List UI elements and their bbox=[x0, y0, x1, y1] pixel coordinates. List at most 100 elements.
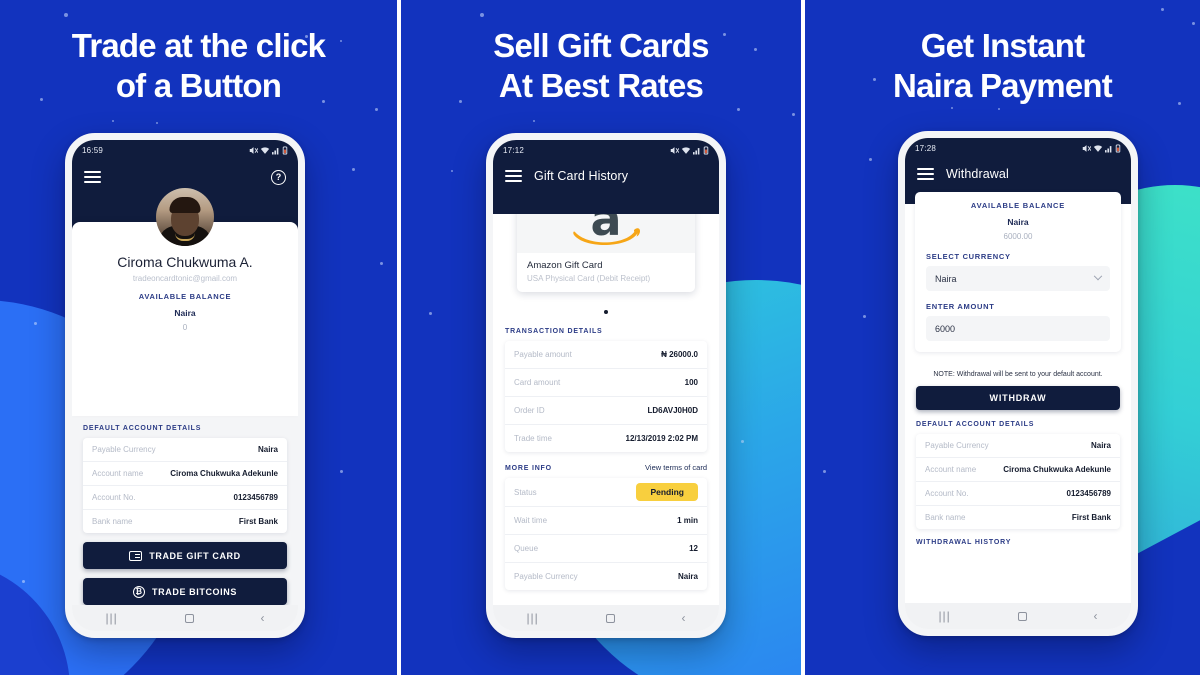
android-nav-bar: ||| ‹ bbox=[493, 605, 719, 631]
table-row: Wait time 1 min bbox=[505, 507, 707, 535]
withdraw-button[interactable]: WITHDRAW bbox=[916, 386, 1120, 410]
row-value: 0123456789 bbox=[1066, 489, 1112, 498]
menu-icon[interactable] bbox=[917, 168, 934, 180]
menu-icon[interactable] bbox=[505, 170, 522, 182]
app-bar-2: Gift Card History bbox=[493, 160, 719, 192]
back-icon[interactable]: ‹ bbox=[261, 612, 265, 624]
recents-icon[interactable]: ||| bbox=[105, 612, 117, 624]
row-value: Naira bbox=[677, 572, 698, 581]
battery-icon bbox=[1115, 143, 1121, 153]
panel-headline: Sell Gift Cards At Best Rates bbox=[401, 26, 801, 107]
view-terms-link[interactable]: View terms of card bbox=[645, 463, 707, 472]
wifi-icon bbox=[681, 146, 691, 154]
table-row: Account No. 0123456789 bbox=[916, 482, 1120, 506]
row-value: ₦ 26000.0 bbox=[661, 350, 698, 359]
row-value: Ciroma Chukwuka Adekunle bbox=[1003, 465, 1111, 474]
panel-get-instant-naira-payment: Get Instant Naira Payment 17:28 Withdraw… bbox=[805, 0, 1200, 675]
row-key: Account name bbox=[92, 469, 144, 478]
balance-amount: 6000.00 bbox=[1003, 232, 1033, 241]
recents-icon[interactable]: ||| bbox=[526, 612, 538, 624]
amount-input[interactable]: 6000 bbox=[926, 316, 1110, 341]
table-row: Payable Currency Naira bbox=[83, 438, 287, 462]
row-key: Account name bbox=[925, 465, 977, 474]
signal-icon bbox=[272, 147, 279, 154]
app-bar-3: Withdrawal bbox=[905, 158, 1131, 190]
row-key: Payable Currency bbox=[925, 441, 989, 450]
help-icon[interactable]: ? bbox=[271, 169, 286, 185]
status-bar: 17:28 bbox=[905, 138, 1131, 158]
panel-sell-gift-cards: Sell Gift Cards At Best Rates 17:12 Gift… bbox=[401, 0, 801, 675]
back-icon[interactable]: ‹ bbox=[1094, 610, 1098, 622]
row-value: Naira bbox=[1090, 441, 1111, 450]
transaction-details-card: Payable amount ₦ 26000.0 Card amount 100… bbox=[505, 341, 707, 452]
row-key: Account No. bbox=[925, 489, 969, 498]
row-key: Payable Currency bbox=[514, 572, 578, 581]
status-icons bbox=[1082, 143, 1121, 153]
bitcoin-icon: ₿ bbox=[133, 585, 146, 598]
status-time: 16:59 bbox=[82, 145, 104, 155]
headline-line-1: Sell Gift Cards bbox=[493, 27, 709, 64]
table-row: Account name Ciroma Chukwuka Adekunle bbox=[83, 462, 287, 486]
battery-icon bbox=[282, 145, 288, 155]
trade-bitcoins-button[interactable]: ₿ TRADE BITCOINS bbox=[83, 578, 287, 605]
headline-line-2: of a Button bbox=[115, 67, 282, 105]
amount-input-value: 6000 bbox=[935, 323, 956, 334]
row-value: 100 bbox=[684, 378, 698, 387]
table-row: Payable amount ₦ 26000.0 bbox=[505, 341, 707, 369]
signal-icon bbox=[1105, 145, 1112, 152]
status-badge: Pending bbox=[636, 483, 698, 501]
recents-icon[interactable]: ||| bbox=[938, 610, 950, 622]
trade-gift-card-label: TRADE GIFT CARD bbox=[149, 550, 241, 561]
gift-card-title: Amazon Gift Card bbox=[527, 260, 603, 271]
appbar-extension bbox=[493, 192, 719, 214]
gift-card-history-body: a Amazon Gift Card USA Physical Card (De… bbox=[493, 214, 719, 605]
default-account-section: DEFAULT ACCOUNT DETAILS Payable Currency… bbox=[72, 416, 298, 605]
home-icon[interactable] bbox=[184, 613, 194, 623]
row-value: 1 min bbox=[677, 516, 698, 525]
status-icons bbox=[249, 145, 288, 155]
enter-amount-label: ENTER AMOUNT bbox=[926, 302, 995, 311]
currency-select[interactable]: Naira bbox=[926, 266, 1110, 291]
phone-screen-2: 17:12 Gift Card History a Amazon Gift Ca… bbox=[493, 140, 719, 631]
menu-icon[interactable] bbox=[84, 171, 101, 183]
table-row: Account No. 0123456789 bbox=[83, 486, 287, 510]
row-key: Queue bbox=[514, 544, 539, 553]
home-icon[interactable] bbox=[1017, 611, 1027, 621]
wifi-icon bbox=[260, 146, 270, 154]
row-key: Account No. bbox=[92, 493, 136, 502]
back-icon[interactable]: ‹ bbox=[682, 612, 686, 624]
panel-headline: Trade at the click of a Button bbox=[0, 26, 397, 107]
currency-select-value: Naira bbox=[935, 273, 957, 284]
account-block-title: DEFAULT ACCOUNT DETAILS bbox=[83, 425, 202, 432]
gift-card-item[interactable]: a Amazon Gift Card USA Physical Card (De… bbox=[517, 214, 695, 292]
carousel-dot[interactable] bbox=[604, 310, 608, 314]
android-nav-bar: ||| ‹ bbox=[72, 605, 298, 631]
panel-trade-at-the-click: Trade at the click of a Button 16:59 ? C… bbox=[0, 0, 397, 675]
table-row: Trade time 12/13/2019 2:02 PM bbox=[505, 425, 707, 452]
balance-currency: Naira bbox=[1007, 217, 1029, 227]
carousel-indicator[interactable] bbox=[505, 301, 707, 319]
trade-bitcoins-label: TRADE BITCOINS bbox=[152, 586, 237, 597]
mute-icon bbox=[670, 146, 679, 154]
row-value: Naira bbox=[257, 445, 278, 454]
home-icon[interactable] bbox=[605, 613, 615, 623]
balance-currency: Naira bbox=[174, 308, 196, 318]
headline-line-1: Trade at the click bbox=[71, 27, 326, 64]
screenshot-root: Trade at the click of a Button 16:59 ? C… bbox=[0, 0, 1200, 675]
row-key: Status bbox=[514, 487, 537, 497]
phone-screen-3: 17:28 Withdrawal AVAILABLE BALANCE Naira… bbox=[905, 138, 1131, 629]
trade-gift-card-button[interactable]: TRADE GIFT CARD bbox=[83, 542, 287, 569]
page-title: Withdrawal bbox=[946, 167, 1009, 181]
more-info-title: MORE INFO bbox=[505, 465, 552, 472]
table-row: Queue 12 bbox=[505, 535, 707, 563]
account-details-card: Payable Currency Naira Account name Ciro… bbox=[83, 438, 287, 533]
signal-icon bbox=[693, 147, 700, 154]
phone-screen-1: 16:59 ? Ciroma Chukwuma A. tradeoncardto… bbox=[72, 140, 298, 631]
wifi-icon bbox=[1093, 144, 1103, 152]
withdrawal-note: NOTE: Withdrawal will be sent to your de… bbox=[933, 371, 1103, 378]
profile-name: Ciroma Chukwuma A. bbox=[117, 254, 253, 270]
table-row: Card amount 100 bbox=[505, 369, 707, 397]
phone-mockup-2: 17:12 Gift Card History a Amazon Gift Ca… bbox=[486, 133, 726, 638]
profile-email: tradeoncardtonic@gmail.com bbox=[132, 274, 238, 283]
row-value: 0123456789 bbox=[233, 493, 279, 502]
